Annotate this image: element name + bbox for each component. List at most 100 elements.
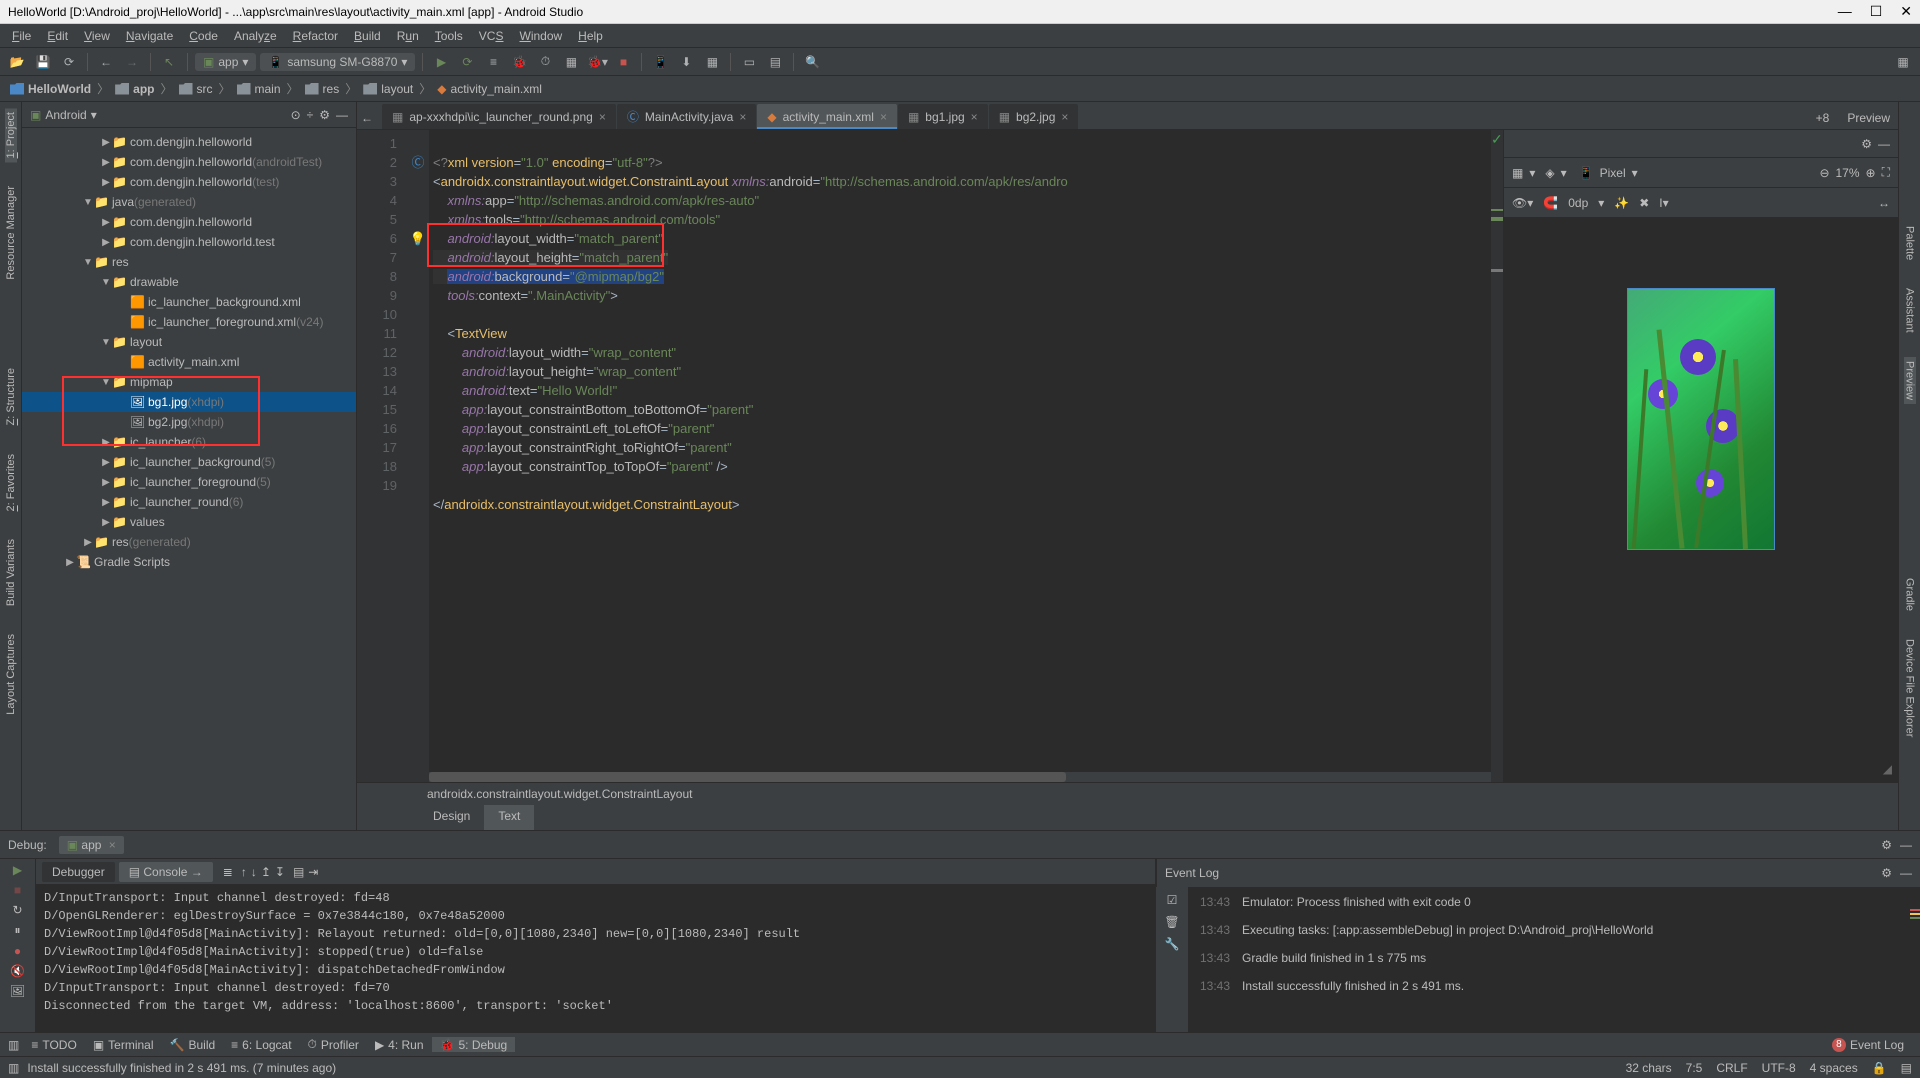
console-tab[interactable]: ▤ Console →: [119, 862, 213, 882]
surface-icon[interactable]: ▦: [1512, 166, 1523, 180]
tree-item[interactable]: ▶📁ic_launcher_foreground (5): [22, 472, 356, 492]
bc-project[interactable]: HelloWorld: [8, 82, 93, 96]
orientation-icon[interactable]: ◈: [1545, 166, 1554, 180]
bottom-item[interactable]: ▶4: Run: [367, 1037, 432, 1052]
layout-icon[interactable]: 🖼: [10, 984, 25, 998]
default-margin[interactable]: 0dp: [1568, 196, 1588, 210]
nav-prev-icon[interactable]: ←: [361, 111, 373, 125]
settings-icon[interactable]: ⚙: [319, 108, 330, 122]
rerun-icon[interactable]: ▶: [13, 863, 22, 877]
hide-icon[interactable]: —: [336, 108, 348, 122]
bottom-item[interactable]: 🔨Build: [162, 1037, 224, 1052]
tree-item[interactable]: ▼📁drawable: [22, 272, 356, 292]
pack-icon[interactable]: I▾: [1659, 196, 1668, 210]
menu-refactor[interactable]: Refactor: [285, 27, 346, 45]
preview-settings-icon[interactable]: ⚙: [1861, 137, 1872, 151]
tree-item[interactable]: ▶📁ic_launcher (6): [22, 432, 356, 452]
debugger-tab[interactable]: Debugger: [42, 862, 115, 882]
panel-preview[interactable]: Preview: [1904, 357, 1916, 404]
bc-main[interactable]: main: [235, 82, 283, 96]
editor-tab[interactable]: ▦bg1.jpg×: [898, 104, 988, 129]
panel-device-explorer[interactable]: Device File Explorer: [1904, 635, 1916, 741]
magnet-icon[interactable]: 🧲: [1543, 196, 1558, 210]
run-changes-icon[interactable]: ≡: [482, 51, 504, 73]
bottom-item[interactable]: ▣Terminal: [85, 1037, 162, 1052]
menu-run[interactable]: Run: [389, 27, 427, 45]
export-icon[interactable]: ↥: [261, 865, 271, 879]
editor-tab[interactable]: ▦bg2.jpg×: [989, 104, 1079, 129]
status-eol[interactable]: CRLF: [1716, 1061, 1747, 1075]
tree-item[interactable]: ▶📁com.dengjin.helloworld (test): [22, 172, 356, 192]
tree-item[interactable]: ▼📁res: [22, 252, 356, 272]
text-tab[interactable]: Text: [484, 805, 534, 830]
preview-hide-icon[interactable]: —: [1878, 137, 1890, 151]
view-bp-icon[interactable]: ●: [14, 944, 21, 958]
close-button[interactable]: ✕: [1900, 3, 1912, 20]
preview-label[interactable]: Preview: [1837, 111, 1890, 125]
view-options-icon[interactable]: 👁▾: [1512, 196, 1533, 210]
status-enc[interactable]: UTF-8: [1762, 1061, 1796, 1075]
tree-item[interactable]: 🖼bg2.jpg (xhdpi): [22, 412, 356, 432]
more-tabs[interactable]: +8: [1816, 111, 1830, 125]
layout-inspector-icon[interactable]: ▭: [738, 51, 760, 73]
panel-layout-captures[interactable]: Layout Captures: [5, 630, 17, 719]
resume-icon[interactable]: ↻: [12, 903, 22, 917]
run-config-dropdown[interactable]: ▣app▾: [195, 53, 256, 71]
panel-structure[interactable]: Z: Structure: [5, 364, 17, 429]
up-icon[interactable]: ↑: [241, 865, 247, 879]
menu-tools[interactable]: Tools: [427, 27, 471, 45]
status-indent[interactable]: 4 spaces: [1810, 1061, 1858, 1075]
tree-item[interactable]: 🟧activity_main.xml: [22, 352, 356, 372]
tree-item[interactable]: ▶📁com.dengjin.helloworld (androidTest): [22, 152, 356, 172]
menu-code[interactable]: Code: [181, 27, 226, 45]
tree-item[interactable]: ▼📁java (generated): [22, 192, 356, 212]
device-dd[interactable]: Pixel: [1600, 166, 1626, 180]
menu-analyze[interactable]: Analyze: [226, 27, 285, 45]
import-icon[interactable]: ↧: [275, 865, 285, 879]
menu-build[interactable]: Build: [346, 27, 389, 45]
status-pos[interactable]: 7:5: [1686, 1061, 1703, 1075]
menu-help[interactable]: Help: [570, 27, 611, 45]
sync-icon[interactable]: ⟳: [58, 51, 80, 73]
resize-grip-icon[interactable]: ◢: [1883, 762, 1892, 776]
h-scrollbar[interactable]: [429, 772, 1491, 782]
minimize-button[interactable]: —: [1838, 3, 1852, 20]
tree-item[interactable]: ▶📁com.dengjin.helloworld: [22, 212, 356, 232]
build-icon[interactable]: ↖: [158, 51, 180, 73]
event-log-row[interactable]: 13:43Gradle build finished in 1 s 775 ms: [1200, 951, 1890, 965]
stop-icon[interactable]: ■: [612, 51, 634, 73]
status-lock-icon[interactable]: 🔒: [1872, 1061, 1887, 1075]
event-log-row[interactable]: 13:43Emulator: Process finished with exi…: [1200, 895, 1890, 909]
eventlog-settings-icon[interactable]: ⚙: [1881, 866, 1892, 880]
resource-icon[interactable]: ▦: [701, 51, 723, 73]
panel-favorites[interactable]: 2: Favorites: [5, 450, 17, 515]
tw-menu-icon[interactable]: ▥: [8, 1038, 19, 1052]
panel-build-variants[interactable]: Build Variants: [5, 535, 17, 610]
code-body[interactable]: <?xml version="1.0" encoding="utf-8"?> <…: [429, 130, 1491, 782]
run-icon[interactable]: ▶: [430, 51, 452, 73]
debug-tab-app[interactable]: ▣ app ×: [59, 836, 124, 854]
menu-edit[interactable]: Edit: [39, 27, 76, 45]
console-output[interactable]: D/InputTransport: Input channel destroye…: [36, 885, 1155, 1032]
pause-icon[interactable]: ⏸: [14, 923, 20, 938]
marker-bar[interactable]: ✓: [1491, 130, 1503, 782]
fit-icon[interactable]: ⛶: [1882, 165, 1890, 180]
tree-item[interactable]: ▶📁ic_launcher_background (5): [22, 452, 356, 472]
panel-palette[interactable]: Palette: [1904, 222, 1916, 264]
el-trash-icon[interactable]: 🗑: [1164, 915, 1179, 929]
design-tab[interactable]: Design: [419, 805, 484, 830]
menu-window[interactable]: Window: [511, 27, 570, 45]
tree-item[interactable]: ▶📁ic_launcher_round (6): [22, 492, 356, 512]
back-icon[interactable]: ←: [95, 51, 117, 73]
bottom-item[interactable]: 🐞5: Debug: [432, 1037, 516, 1052]
tree-item[interactable]: ▶📁com.dengjin.helloworld.test: [22, 232, 356, 252]
tree-item[interactable]: 🖼bg1.jpg (xhdpi): [22, 392, 356, 412]
device-dropdown[interactable]: 📱samsung SM-G8870▾: [260, 53, 415, 71]
debug-settings-icon[interactable]: ⚙: [1881, 838, 1892, 852]
tree-item[interactable]: ▼📁mipmap: [22, 372, 356, 392]
bottom-event-log[interactable]: 8 Event Log: [1824, 1038, 1912, 1052]
code-breadcrumb[interactable]: androidx.constraintlayout.widget.Constra…: [357, 783, 1898, 805]
project-tree[interactable]: ▶📁com.dengjin.helloworld▶📁com.dengjin.he…: [22, 128, 356, 830]
event-log-list[interactable]: 13:43Emulator: Process finished with exi…: [1188, 887, 1902, 1032]
tree-item[interactable]: ▼📁layout: [22, 332, 356, 352]
